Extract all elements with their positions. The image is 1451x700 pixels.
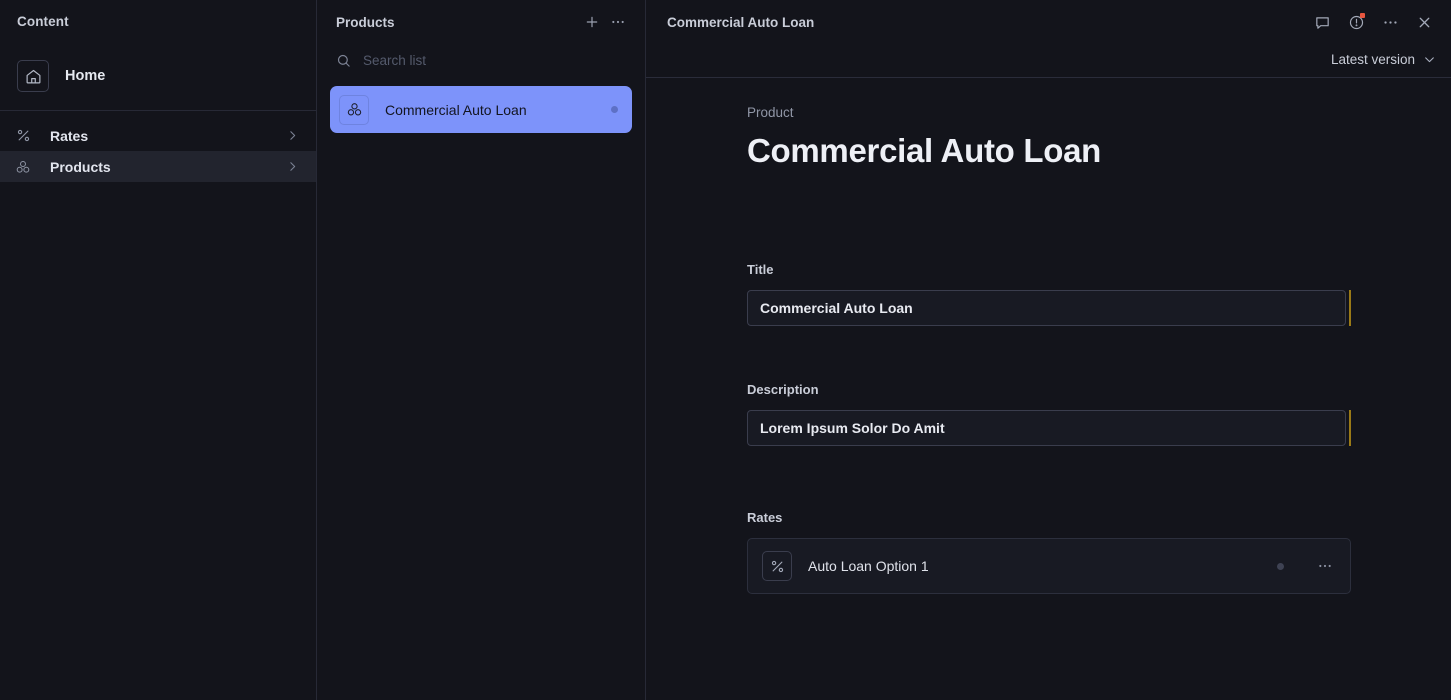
close-icon[interactable] <box>1410 8 1438 36</box>
unsaved-changes-indicator <box>1349 290 1351 326</box>
percent-icon <box>762 551 792 581</box>
unsaved-changes-indicator <box>1349 410 1351 446</box>
detail-header: Commercial Auto Loan Latest version <box>646 0 1451 78</box>
ellipsis-icon[interactable] <box>1314 558 1336 574</box>
detail-header-bottom: Latest version <box>667 44 1438 74</box>
list-panel: Products Search list Commercial Auto Loa… <box>317 0 646 700</box>
cubes-icon <box>339 94 369 125</box>
document-kicker: Product <box>747 105 794 120</box>
detail-body: Product Commercial Auto Loan Title Comme… <box>646 78 1451 700</box>
sidebar-item-rates[interactable]: Rates <box>0 120 316 151</box>
rate-row-label: Auto Loan Option 1 <box>808 558 929 574</box>
detail-panel: Commercial Auto Loan Latest version Prod… <box>646 0 1451 700</box>
history-icon[interactable] <box>1342 8 1370 36</box>
version-selector-label: Latest version <box>1330 51 1415 67</box>
status-dot <box>611 106 618 113</box>
sidebar-item-rates-label: Rates <box>50 127 89 144</box>
page-title: Commercial Auto Loan <box>747 132 1101 169</box>
chevron-right-icon <box>286 129 299 142</box>
description-input[interactable]: Lorem Ipsum Solor Do Amit <box>747 410 1346 446</box>
field-description: Description Lorem Ipsum Solor Do Amit <box>747 382 1351 446</box>
field-rates-label: Rates <box>747 510 783 525</box>
search-placeholder: Search list <box>363 52 427 68</box>
field-title-label: Title <box>747 262 774 277</box>
rate-row[interactable]: Auto Loan Option 1 <box>756 548 1342 584</box>
plus-icon[interactable] <box>579 9 605 35</box>
status-dot <box>1277 562 1284 570</box>
app-root: Content Home Rates Products Products Sea… <box>0 0 1451 700</box>
ellipsis-icon[interactable] <box>605 9 631 35</box>
sidebar-item-home-label: Home <box>65 68 106 84</box>
search-input[interactable]: Search list <box>317 45 645 75</box>
list-item[interactable]: Commercial Auto Loan <box>330 86 632 133</box>
list-panel-title: Products <box>336 14 395 30</box>
home-icon <box>17 60 49 92</box>
cubes-icon <box>12 159 34 175</box>
version-selector[interactable]: Latest version <box>1331 52 1436 67</box>
document: Product Commercial Auto Loan Title Comme… <box>747 78 1351 594</box>
chevron-down-icon <box>1423 53 1436 66</box>
field-title-input-wrap: Commercial Auto Loan <box>747 290 1351 326</box>
notification-badge <box>1360 13 1365 18</box>
list-panel-header: Products <box>317 0 645 44</box>
detail-header-top: Commercial Auto Loan <box>667 0 1438 44</box>
rates-list: Auto Loan Option 1 <box>747 538 1351 594</box>
sidebar-item-products[interactable]: Products <box>0 151 316 182</box>
comment-icon[interactable] <box>1308 8 1336 36</box>
detail-header-actions <box>1308 8 1438 36</box>
field-rates: Rates Auto Loan Option 1 <box>747 510 1351 594</box>
ellipsis-icon[interactable] <box>1376 8 1404 36</box>
sidebar-item-home[interactable]: Home <box>0 55 316 97</box>
field-description-input-wrap: Lorem Ipsum Solor Do Amit <box>747 410 1351 446</box>
sidebar-title: Content <box>17 14 69 29</box>
list-item-label: Commercial Auto Loan <box>385 101 527 118</box>
field-description-label: Description <box>747 382 819 397</box>
title-input[interactable]: Commercial Auto Loan <box>747 290 1346 326</box>
detail-header-title: Commercial Auto Loan <box>667 14 815 30</box>
percent-icon <box>12 128 34 143</box>
field-title: Title Commercial Auto Loan <box>747 262 1351 326</box>
chevron-right-icon <box>286 160 299 173</box>
sidebar-divider <box>0 110 316 111</box>
sidebar-item-products-label: Products <box>50 158 111 175</box>
sidebar: Content Home Rates Products <box>0 0 317 700</box>
search-icon <box>336 53 351 68</box>
